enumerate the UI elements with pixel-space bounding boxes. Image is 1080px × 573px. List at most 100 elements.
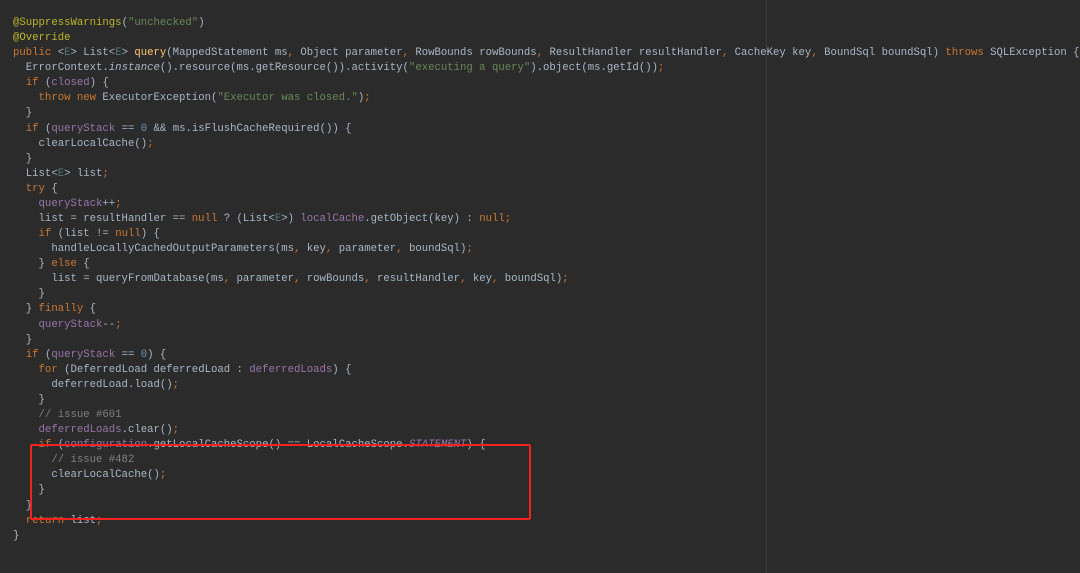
code-token: ? (List< (223, 213, 275, 226)
code-line: ErrorContext.instance().resource(ms.getR… (13, 61, 1080, 76)
code-token: deferredLoads (249, 363, 333, 376)
code-token: ) { (140, 228, 160, 241)
code-token: == (121, 348, 141, 361)
code-token: ; (172, 378, 180, 391)
code-token: ).object(ms.getId()) (530, 62, 658, 75)
code-token: , (536, 47, 550, 60)
code-token: @Override (13, 32, 71, 45)
code-token: , (294, 273, 307, 286)
code-token: ; (115, 318, 122, 331)
code-token: RowBounds rowBounds (415, 47, 537, 60)
code-token: queryStack (38, 197, 103, 210)
code-line: list = queryFromDatabase(ms, parameter, … (13, 272, 1080, 287)
code-line: throw new ExecutorException("Executor wa… (13, 91, 1080, 106)
code-token: , (287, 47, 301, 60)
code-token: list = queryFromDatabase(ms (13, 273, 224, 286)
code-token: ().resource(ms.getResource()).activity( (159, 62, 409, 75)
code-token: 0 (140, 122, 154, 135)
code-token: && ms.isFlushCacheRequired()) { (153, 122, 352, 135)
code-token: ) (198, 17, 205, 29)
code-token: Object parameter (300, 47, 403, 60)
code-token: (list != (57, 228, 116, 241)
code-token: , (396, 243, 409, 256)
code-token: throw new (38, 92, 103, 105)
code-token: > List< (70, 47, 116, 60)
code-line: clearLocalCache(); (13, 137, 1080, 152)
code-token: if (38, 228, 58, 241)
code-token: , (492, 273, 505, 286)
code-token: key (472, 273, 493, 286)
code-token: CacheKey key (734, 47, 812, 60)
code-token: // issue #601 (13, 409, 122, 422)
code-token: , (460, 273, 473, 286)
code-token: if (25, 77, 45, 90)
code-token: ErrorContext. (13, 62, 109, 75)
code-line: handleLocallyCachedOutputParameters(ms, … (13, 242, 1080, 257)
code-token: > list (64, 167, 103, 180)
code-line: } (13, 333, 1080, 348)
code-token: key (306, 243, 326, 256)
code-token: query (134, 47, 167, 60)
code-token: "unchecked" (127, 17, 199, 29)
code-token: "Executor was closed." (217, 92, 358, 105)
code-line: } (13, 287, 1080, 302)
code-token: queryStack (51, 348, 122, 361)
code-token: boundSql) (408, 243, 467, 256)
code-line: } (13, 106, 1080, 121)
code-token: ; (562, 273, 569, 286)
code-token: , (811, 47, 825, 60)
code-token: ; (504, 213, 512, 226)
code-token: } (13, 258, 52, 271)
code-token: .getObject(key) : (364, 213, 480, 226)
code-token: } (13, 303, 39, 316)
code-token: "executing a query" (408, 62, 531, 75)
code-token: list = resultHandler == (13, 213, 192, 226)
code-token: ++ (102, 197, 116, 210)
highlight-annotation-box (30, 444, 531, 520)
code-token: deferredLoads (38, 424, 122, 437)
code-token: , (402, 47, 416, 60)
code-line: @Override (13, 31, 1080, 46)
code-token: ; (102, 167, 109, 180)
code-token: , (293, 243, 307, 256)
code-token: for (38, 363, 65, 376)
code-token: } (13, 333, 33, 346)
code-token: deferredLoad.load() (13, 378, 173, 391)
code-token: resultHandler (377, 273, 461, 286)
code-token: handleLocallyCachedOutputParameters(ms (13, 243, 294, 256)
code-token: ; (466, 243, 473, 256)
code-token: throws (945, 47, 991, 60)
code-token: public (13, 47, 58, 60)
code-token: } (13, 288, 45, 301)
code-token: else (51, 258, 84, 271)
code-line: queryStack++; (13, 197, 1080, 212)
code-token: , (223, 273, 237, 286)
code-line: } else { (13, 257, 1080, 272)
code-line: try { (13, 182, 1080, 197)
code-line: List<E> list; (13, 167, 1080, 182)
code-token: queryStack (38, 318, 103, 331)
code-token: ; (115, 197, 122, 210)
code-line: } (13, 393, 1080, 408)
code-token: boundSql) (504, 273, 563, 286)
code-line: } (13, 529, 1080, 544)
code-token: closed (51, 77, 90, 90)
code-line: queryStack--; (13, 318, 1080, 333)
code-token: ; (657, 62, 665, 75)
code-token: ExecutorException( (102, 92, 218, 105)
code-token: ) { (89, 77, 109, 90)
code-token: ) { (147, 348, 167, 361)
code-token: SQLException { (990, 47, 1080, 60)
code-line: deferredLoads.clear(); (13, 423, 1080, 438)
code-token: parameter (338, 243, 397, 256)
